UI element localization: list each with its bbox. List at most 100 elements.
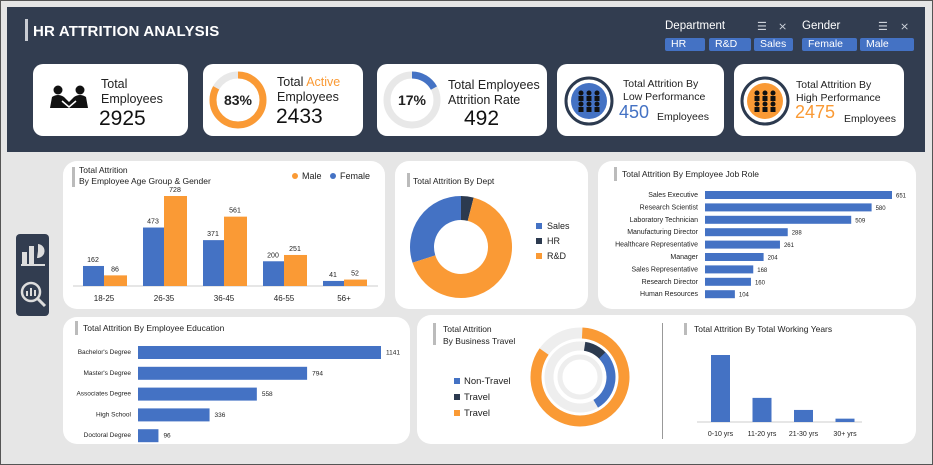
bar-female [83,265,104,286]
data-label: 168 [757,268,768,274]
age-gender-chart: Male Female 162 86 18-25 473 728 26-35 371 561 36-… [73,171,378,303]
tick-label: 36-45 [214,294,235,303]
kpi-value: 450 [619,102,650,122]
bar [711,355,730,422]
clear-filter-icon[interactable]: ⨯ [900,20,909,33]
kpi-low-performance: Total Attrition By Low Performance 450 Em… [557,64,724,136]
kpi-value: 2925 [99,107,146,130]
bar-male [164,196,187,286]
legend-label: HR [547,236,560,246]
bar [835,418,855,422]
clear-filter-icon[interactable]: ⨯ [778,20,787,33]
education-chart: Bachelor's Degree 1141 Master's Degree 794 A… [76,346,400,443]
data-label: 96 [163,433,171,440]
gender-slicer-title: Gender [802,20,841,32]
data-label: 1141 [386,350,400,357]
data-label: 41 [329,272,337,279]
bar-male [104,275,127,286]
card-age-gender: Total Attrition By Employee Age Group & … [63,161,385,309]
bar [705,191,892,199]
kpi-unit: Employees [657,111,709,123]
kpi-unit: Employees [844,113,896,125]
kpi-total-employees: Total Employees 2925 [33,64,188,136]
tick-label: 30+ yrs [833,431,857,438]
legend-label: Travel [464,408,490,419]
kpi-attrition-rate: 17% Total Employees Attrition Rate 492 [377,64,547,136]
donut-pct: 17% [398,92,427,108]
data-label: 52 [351,271,359,278]
tick-label: Master's Degree [84,370,132,377]
data-label: 288 [792,231,803,237]
data-label: 104 [739,293,750,299]
legend-marker [536,253,542,259]
legend-marker [536,238,542,244]
donut-slice [460,196,474,221]
bar-female [203,240,224,286]
department-slicer-title: Department [665,20,726,32]
kpi-high-performance: Total Attrition By High Performance 2475 … [734,64,904,136]
data-label: 651 [896,194,907,200]
attrition-donut: 17% [383,71,441,129]
data-label: 336 [215,412,226,419]
multi-select-icon[interactable]: ☰ [878,20,888,33]
bar [794,409,813,422]
tick-label: High School [96,411,132,418]
tick-label: Manufacturing Director [627,229,698,236]
slicer-chip-rnd[interactable]: R&D [709,38,751,51]
bar [138,346,381,359]
data-label: 580 [876,206,887,212]
tick-label: 26-35 [154,294,175,303]
search-analytics-icon[interactable] [19,280,47,308]
bar-female [323,280,344,286]
donut-pct: 83% [224,92,253,108]
data-label: 794 [312,370,323,377]
tick-label: 0-10 yrs [708,431,734,438]
bar [752,397,772,422]
travel-years-chart: Non-Travel Travel Travel 0-10 yrs 11-20 yrs 2… [454,327,862,438]
donut-slice [410,196,462,263]
card-dept: Total Attrition By Dept Sales HR R&D [395,161,588,309]
tick-label: Research Director [642,279,699,286]
tick-label: Bachelor's Degree [78,349,132,356]
legend-female-label: Female [340,171,370,181]
bar-male [344,279,367,286]
kpi-value: 2433 [276,105,323,128]
bar [138,408,210,422]
kpi-label: Total Active Employees [277,75,341,104]
slicer-chip-sales[interactable]: Sales [754,38,793,51]
legend-marker [536,223,542,229]
card-travel-years: Total Attrition By Business Travel Total… [417,315,916,444]
bar [705,203,872,212]
slicer-chip-male[interactable]: Male [860,38,914,51]
multi-select-icon[interactable]: ☰ [757,20,767,33]
data-label: 160 [755,280,766,286]
kpi-label: Total Employees [101,77,163,106]
legend-marker [454,410,460,416]
slicer-chip-hr[interactable]: HR [665,38,705,51]
data-label: 728 [169,187,181,194]
ring-track [557,354,603,400]
bar [138,387,257,401]
bar-male [284,254,307,286]
data-label: 200 [267,252,279,259]
slicer-chip-female[interactable]: Female [802,38,857,51]
kpi-active-employees: 83% Total Active Employees 2433 [203,64,363,136]
tick-label: Research Scientist [640,204,698,211]
data-label: 371 [207,231,219,238]
card-job-role: Total Attrition By Employee Job Role Sal… [598,161,916,309]
handshake-people-icon [50,85,88,108]
bar [705,240,780,249]
data-label: 509 [855,218,866,224]
bar [138,429,159,443]
legend-female-marker [330,173,336,179]
job-role-chart: Sales Executive 651 Research Scientist 580 L… [615,191,907,299]
bar [705,290,735,299]
card-education: Total Attrition By Employee Education Ba… [63,317,410,444]
dept-donut-chart: Sales HR R&D [410,196,570,298]
bar [705,265,754,274]
tick-label: Doctoral Degree [84,432,132,439]
tick-label: Laboratory Technician [630,217,698,224]
tick-label: Sales Executive [648,192,698,199]
chart-report-icon[interactable] [19,240,47,268]
legend-label: Non-Travel [464,376,511,387]
